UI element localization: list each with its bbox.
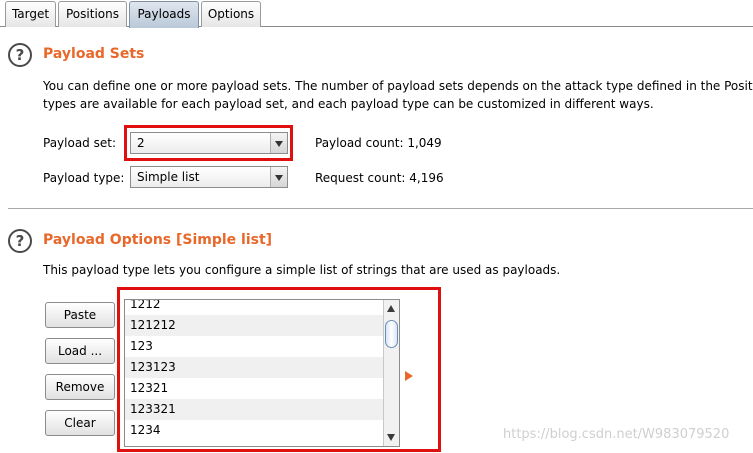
payload-set-label: Payload set: (43, 136, 116, 150)
payload-sets-title: Payload Sets (43, 46, 145, 62)
highlight-box-payload-list (117, 287, 441, 452)
payload-type-value: Simple list (137, 170, 200, 184)
request-count: Request count: 4,196 (315, 171, 444, 185)
payload-options-title: Payload Options [Simple list] (43, 232, 273, 248)
paste-button[interactable]: Paste (45, 302, 115, 328)
watermark: https://blog.csdn.net/W983079520 (503, 427, 730, 442)
tab-bar: Target Positions Payloads Options (0, 0, 753, 28)
section-divider (8, 208, 753, 210)
load-button[interactable]: Load ... (45, 338, 115, 364)
expand-arrow-icon[interactable] (405, 371, 413, 381)
clear-button[interactable]: Clear (45, 410, 115, 436)
payload-count: Payload count: 1,049 (315, 136, 442, 150)
tab-positions[interactable]: Positions (58, 1, 127, 27)
highlight-box-payload-set (124, 125, 293, 161)
help-icon[interactable]: ? (8, 43, 32, 67)
tab-target[interactable]: Target (5, 1, 56, 27)
remove-button[interactable]: Remove (45, 374, 115, 400)
payload-options-description: This payload type lets you configure a s… (43, 263, 561, 277)
payload-type-select[interactable]: Simple list (130, 166, 288, 188)
payload-type-label: Payload type: (43, 171, 125, 185)
tab-payloads[interactable]: Payloads (129, 1, 199, 28)
help-icon[interactable]: ? (8, 229, 32, 253)
tab-options[interactable]: Options (201, 1, 261, 27)
payload-sets-description-1: You can define one or more payload sets.… (43, 79, 753, 93)
chevron-down-icon[interactable] (270, 167, 287, 187)
payload-sets-description-2: types are available for each payload set… (43, 97, 654, 111)
